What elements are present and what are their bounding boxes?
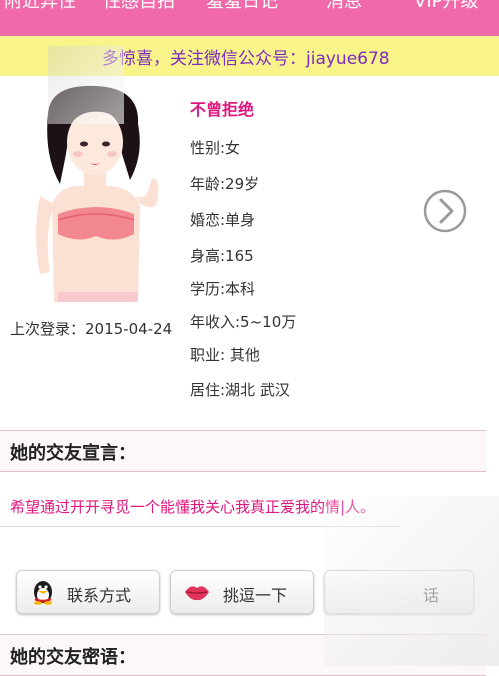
declaration-title: 她的交友宣言： <box>10 443 136 464</box>
info-gender: 性别:女 <box>190 139 241 157</box>
info-age: 年龄:29岁 <box>190 175 260 193</box>
nav-item-photos[interactable]: 性感自拍 <box>103 0 175 14</box>
last-login: 上次登录：2015-04-24 <box>10 320 173 338</box>
info-education: 学历:本科 <box>190 280 256 298</box>
blur-overlay <box>48 46 124 124</box>
contact-info-button[interactable]: 联系方式 <box>16 570 160 614</box>
contact-info-label: 联系方式 <box>67 586 132 605</box>
info-height: 身高:165 <box>190 247 254 265</box>
declaration-header: 她的交友宣言： <box>0 430 486 472</box>
info-marital: 婚恋:单身 <box>190 211 256 229</box>
info-job: 职业: 其他 <box>190 346 260 364</box>
nav-item-nearby[interactable]: 附近异性 <box>4 0 76 14</box>
top-nav: 附近异性 性感自拍 羞羞日记 消息 VIP升级 <box>0 0 499 36</box>
chevron-right-circle-icon <box>423 189 467 233</box>
banner-text: 多惊喜，关注微信公众号：jiayue678 <box>102 49 390 69</box>
lips-icon <box>185 586 209 601</box>
blur-overlay <box>324 496 499 666</box>
qq-penguin-icon <box>34 581 52 605</box>
profile-nickname: 不曾拒绝 <box>190 100 255 119</box>
secret-title: 她的交友密语： <box>10 647 136 668</box>
nav-item-diary[interactable]: 羞羞日记 <box>206 0 278 14</box>
nav-item-messages[interactable]: 消息 <box>326 0 362 14</box>
nav-item-vip[interactable]: VIP升级 <box>414 0 478 14</box>
declaration-text: 希望通过开开寻觅一个能懂我关心我真正爱我的情|人。 <box>10 498 376 516</box>
tease-button[interactable]: 挑逗一下 <box>170 570 314 614</box>
info-income: 年收入:5~10万 <box>190 313 297 331</box>
info-residence: 居住:湖北 武汉 <box>190 381 290 399</box>
tease-label: 挑逗一下 <box>223 586 288 605</box>
next-profile-button[interactable] <box>422 188 468 234</box>
